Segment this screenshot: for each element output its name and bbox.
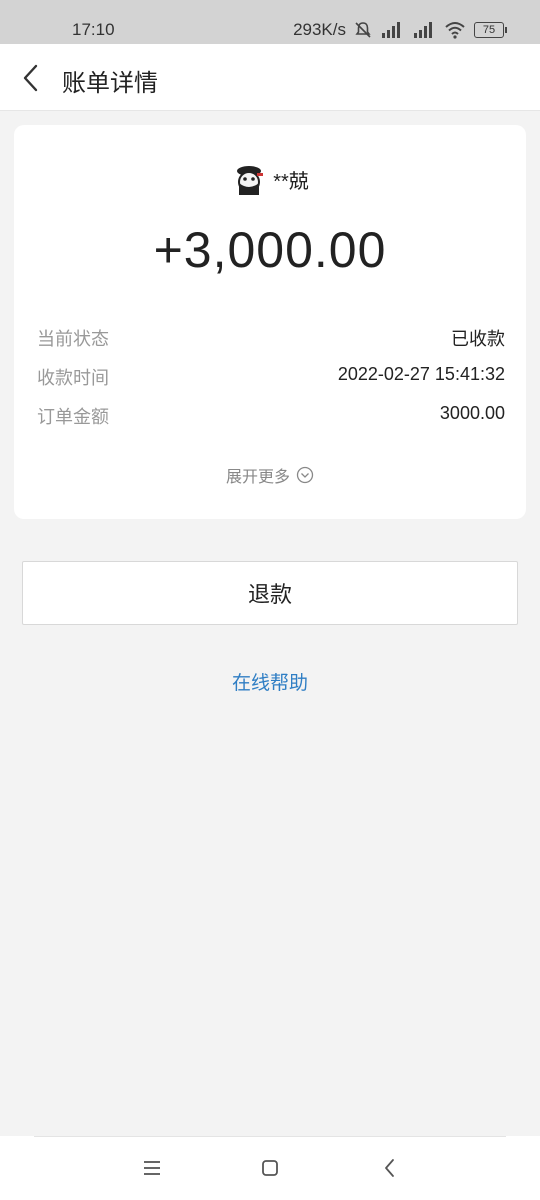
detail-value: 2022-02-27 15:41:32	[337, 364, 505, 384]
wifi-icon	[445, 22, 465, 39]
battery-icon: 75	[474, 22, 507, 38]
detail-label: 当前状态	[37, 329, 109, 349]
page-header: 账单详情	[0, 44, 540, 111]
avatar	[231, 161, 268, 197]
online-help-link[interactable]: 在线帮助	[0, 668, 540, 695]
detail-label: 收款时间	[37, 368, 109, 388]
detail-value: 3000.00	[439, 403, 505, 423]
detail-row-time: 收款时间 2022-02-27 15:41:32	[37, 364, 505, 392]
divider	[34, 1136, 506, 1137]
back-icon[interactable]	[378, 1156, 402, 1180]
detail-label: 订单金额	[37, 407, 109, 427]
expand-more-button[interactable]: 展开更多	[14, 463, 526, 487]
payer-name: **兢	[273, 170, 309, 193]
signal-icon	[382, 22, 400, 38]
detail-row-status: 当前状态 已收款	[37, 325, 505, 353]
system-nav-bar	[0, 1136, 540, 1200]
page-title: 账单详情	[62, 70, 158, 97]
home-icon[interactable]	[258, 1156, 282, 1180]
detail-value: 已收款	[451, 329, 505, 349]
status-icons: 293K/s 75	[293, 20, 507, 40]
status-time: 17:10	[72, 20, 115, 39]
chevron-down-circle-icon	[296, 466, 314, 484]
status-bar: 17:10 293K/s 75	[0, 0, 540, 44]
detail-row-order-amount: 订单金额 3000.00	[37, 403, 505, 431]
chevron-left-icon[interactable]	[18, 62, 46, 94]
expand-more-label: 展开更多	[225, 469, 290, 486]
bill-detail-card: **兢 +3,000.00 当前状态 已收款 收款时间 2022-02-27 1…	[14, 125, 526, 519]
bell-muted-icon	[355, 22, 371, 38]
refund-button[interactable]: 退款	[22, 561, 518, 625]
network-speed: 293K/s	[293, 20, 346, 39]
menu-icon[interactable]	[140, 1156, 164, 1180]
amount: +3,000.00	[153, 222, 387, 278]
signal-icon-2	[414, 22, 432, 38]
payer-info: **兢	[14, 161, 526, 197]
